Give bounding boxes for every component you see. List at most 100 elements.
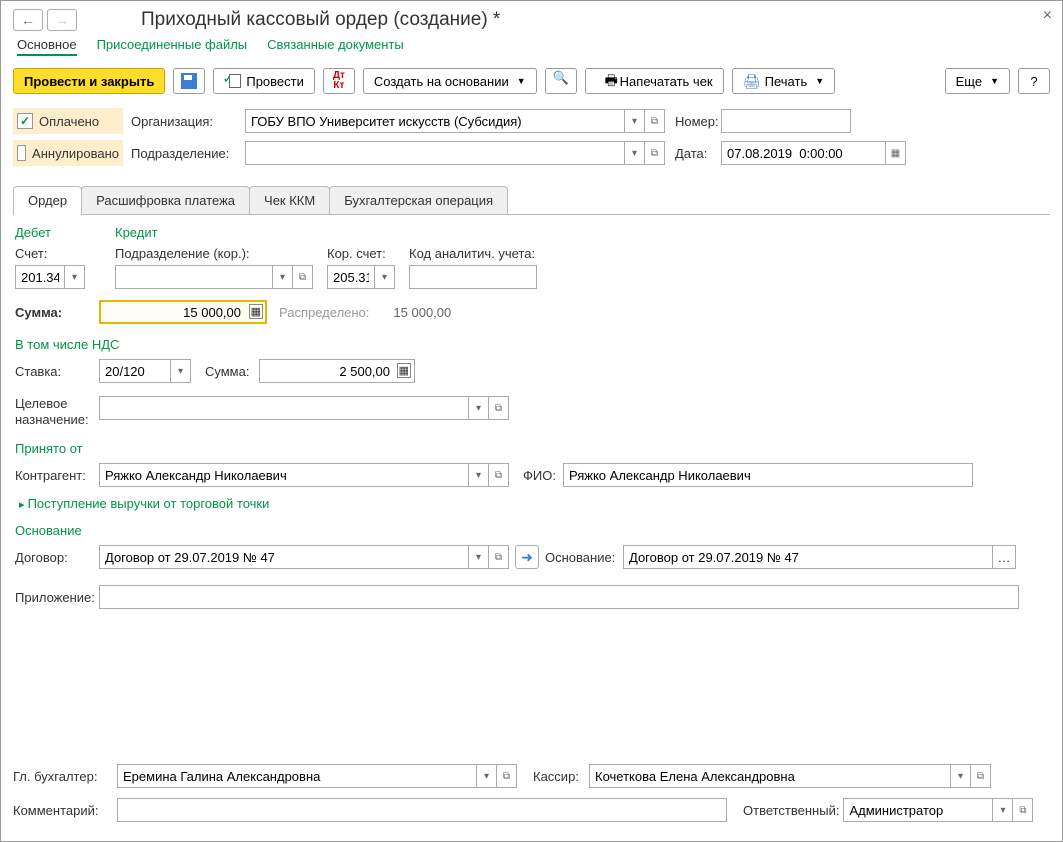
basis-title: Основание: [15, 523, 1048, 538]
dots-button[interactable]: …: [992, 545, 1016, 569]
open-icon[interactable]: ⧉: [645, 109, 665, 133]
org-label: Организация:: [131, 114, 245, 129]
sum-input[interactable]: [99, 300, 267, 324]
nds-rate-label: Ставка:: [15, 364, 99, 379]
calc-icon[interactable]: ▦: [249, 304, 263, 319]
nav-forward-button[interactable]: →: [47, 9, 77, 31]
create-based-button[interactable]: Создать на основании▼: [363, 68, 537, 94]
dropdown-icon[interactable]: ▾: [469, 463, 489, 487]
open-icon[interactable]: ⧉: [489, 463, 509, 487]
credit-dept-input[interactable]: [115, 265, 273, 289]
date-input[interactable]: [721, 141, 886, 165]
open-icon[interactable]: ⧉: [293, 265, 313, 289]
purpose-input[interactable]: [99, 396, 469, 420]
chevron-down-icon: ▼: [517, 76, 526, 86]
calendar-icon[interactable]: ▦: [886, 141, 906, 165]
accountant-input[interactable]: [117, 764, 477, 788]
nds-title: В том числе НДС: [15, 337, 1048, 352]
num-label: Номер:: [665, 114, 721, 129]
open-icon[interactable]: ⧉: [497, 764, 517, 788]
receipt-icon: [596, 73, 614, 89]
arrow-right-icon[interactable]: ➜: [515, 545, 539, 569]
printer-icon: [743, 73, 759, 89]
dept-label: Подразделение:: [131, 146, 245, 161]
dropdown-icon[interactable]: ▾: [477, 764, 497, 788]
dk-button[interactable]: [323, 68, 355, 94]
dropdown-icon[interactable]: ▾: [469, 545, 489, 569]
close-icon[interactable]: ×: [1043, 7, 1052, 25]
tab-acc-op[interactable]: Бухгалтерская операция: [329, 186, 508, 214]
attachment-input[interactable]: [99, 585, 1019, 609]
open-icon[interactable]: ⧉: [489, 545, 509, 569]
num-input[interactable]: [721, 109, 851, 133]
dropdown-icon[interactable]: ▾: [171, 359, 191, 383]
save-icon: [181, 73, 197, 89]
tab-kkm[interactable]: Чек ККМ: [249, 186, 330, 214]
print-button[interactable]: Печать▼: [732, 68, 836, 94]
date-label: Дата:: [665, 146, 721, 161]
dropdown-icon[interactable]: ▾: [469, 396, 489, 420]
dropdown-icon[interactable]: ▾: [625, 109, 645, 133]
responsible-input[interactable]: [843, 798, 993, 822]
contractor-input[interactable]: [99, 463, 469, 487]
nav-tab-files[interactable]: Присоединенные файлы: [97, 37, 248, 56]
credit-account-input[interactable]: [327, 265, 375, 289]
cancelled-checkbox-row[interactable]: Аннулировано: [13, 140, 123, 166]
nav-back-button[interactable]: ←: [13, 9, 43, 31]
more-button[interactable]: Еще▼: [945, 68, 1010, 94]
post-button[interactable]: Провести: [213, 68, 315, 94]
nav-tabs: Основное Присоединенные файлы Связанные …: [13, 37, 1050, 56]
tab-breakdown[interactable]: Расшифровка платежа: [81, 186, 250, 214]
paid-checkbox-row[interactable]: ✓ Оплачено: [13, 108, 123, 134]
cashier-input[interactable]: [589, 764, 951, 788]
dropdown-icon[interactable]: ▾: [993, 798, 1013, 822]
search-button[interactable]: [545, 68, 577, 94]
dropdown-icon[interactable]: ▾: [375, 265, 395, 289]
comment-input[interactable]: [117, 798, 727, 822]
purpose-label: Целевое назначение:: [15, 396, 99, 427]
nds-sum-input[interactable]: [259, 359, 415, 383]
dropdown-icon[interactable]: ▾: [625, 141, 645, 165]
nds-rate-input[interactable]: [99, 359, 171, 383]
tab-order[interactable]: Ордер: [13, 186, 82, 214]
dropdown-icon[interactable]: ▾: [65, 265, 85, 289]
print-receipt-button[interactable]: Напечатать чек: [585, 68, 724, 94]
calc-icon[interactable]: ▦: [397, 363, 411, 378]
analytic-input[interactable]: [409, 265, 537, 289]
open-icon[interactable]: ⧉: [489, 396, 509, 420]
responsible-label: Ответственный:: [743, 803, 839, 818]
dept-input[interactable]: [245, 141, 625, 165]
page-title: Приходный кассовый ордер (создание) *: [141, 9, 500, 31]
expand-link[interactable]: Поступление выручки от торговой точки: [19, 496, 1048, 511]
debit-account-label: Счет:: [15, 246, 97, 261]
comment-label: Комментарий:: [13, 803, 113, 818]
post-and-close-button[interactable]: Провести и закрыть: [13, 68, 165, 94]
cancelled-checkbox[interactable]: [17, 145, 26, 161]
check-doc-icon: [224, 73, 240, 89]
dropdown-icon[interactable]: ▾: [951, 764, 971, 788]
sum-label: Сумма:: [15, 305, 99, 320]
nav-tab-main[interactable]: Основное: [17, 37, 77, 56]
debit-title: Дебет: [15, 225, 97, 240]
save-button[interactable]: [173, 68, 205, 94]
contract-input[interactable]: [99, 545, 469, 569]
distributed-value: 15 000,00: [393, 305, 451, 320]
fio-input[interactable]: [563, 463, 973, 487]
analytic-label: Код аналитич. учета:: [409, 246, 537, 261]
basis-input[interactable]: [623, 545, 993, 569]
contract-label: Договор:: [15, 550, 99, 565]
basis-field-label: Основание:: [545, 550, 623, 565]
dropdown-icon[interactable]: ▾: [273, 265, 293, 289]
help-button[interactable]: ?: [1018, 68, 1050, 94]
open-icon[interactable]: ⧉: [645, 141, 665, 165]
org-input[interactable]: [245, 109, 625, 133]
nav-tab-related[interactable]: Связанные документы: [267, 37, 404, 56]
paid-checkbox[interactable]: ✓: [17, 113, 33, 129]
open-icon[interactable]: ⧉: [1013, 798, 1033, 822]
credit-dept-label: Подразделение (кор.):: [115, 246, 313, 261]
open-icon[interactable]: ⧉: [971, 764, 991, 788]
debit-account-input[interactable]: [15, 265, 65, 289]
distributed-label: Распределено:: [279, 305, 369, 320]
chevron-down-icon: ▼: [990, 76, 999, 86]
chevron-down-icon: ▼: [815, 76, 824, 86]
